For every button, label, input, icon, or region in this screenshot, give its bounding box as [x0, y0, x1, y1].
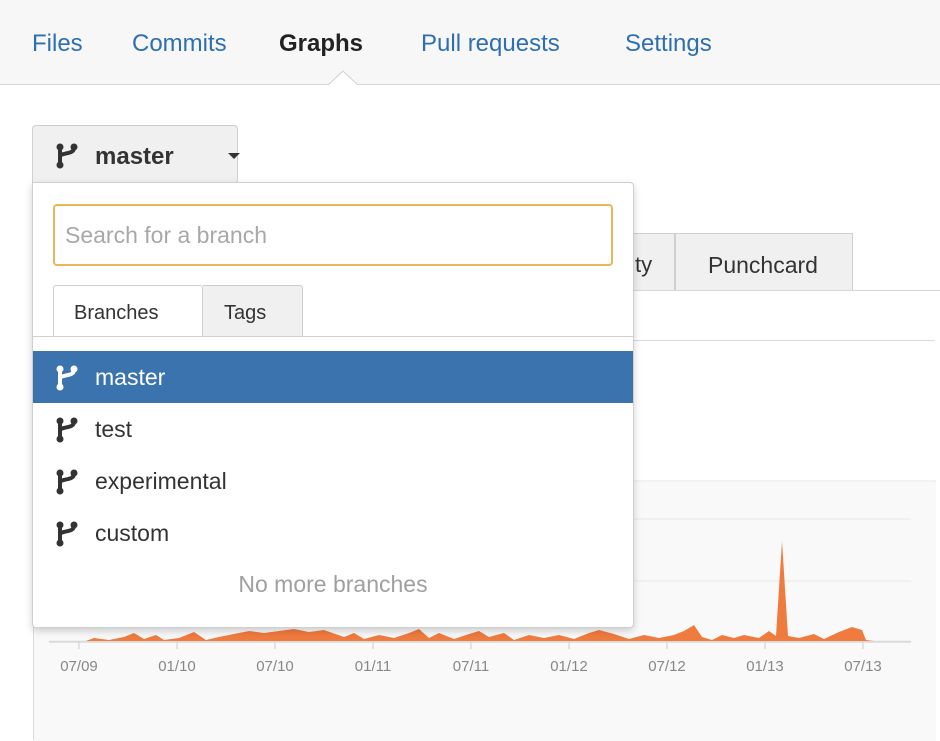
x-tick-label: 07/10 [256, 658, 294, 675]
tab-pull-requests[interactable]: Pull requests [421, 30, 560, 58]
repo-nav: Files Commits Graphs Pull requests Setti… [0, 0, 940, 86]
branch-item-label: experimental [95, 468, 227, 494]
x-tick-label: 07/13 [844, 658, 882, 675]
branch-dropdown-button[interactable]: master [32, 125, 240, 185]
active-tab-notch [328, 70, 358, 86]
tab-tags-label: Tags [224, 302, 267, 324]
tab-settings[interactable]: Settings [625, 30, 712, 58]
tab-commits[interactable]: Commits [132, 30, 227, 58]
branch-icon [56, 469, 78, 495]
graph-tabs-divider [632, 290, 940, 291]
branch-item-test[interactable]: test [33, 403, 633, 455]
x-tick-label: 01/10 [158, 658, 196, 675]
branch-item-experimental[interactable]: experimental [33, 455, 633, 507]
branch-search-input[interactable] [53, 204, 613, 266]
x-tick-label: 07/12 [648, 658, 686, 675]
tab-punchcard[interactable]: Punchcard [675, 233, 853, 291]
dropdown-tabs-divider [33, 336, 633, 337]
branch-icon [56, 417, 78, 443]
branch-item-label: custom [95, 520, 170, 546]
tab-graphs[interactable]: Graphs [279, 30, 363, 58]
tab-files[interactable]: Files [32, 30, 83, 58]
tab-branches[interactable]: Branches [53, 285, 203, 337]
branch-item-custom[interactable]: custom [33, 507, 633, 559]
current-branch-label: master [95, 143, 174, 170]
branch-icon [56, 365, 78, 391]
x-tick-label: 01/11 [355, 658, 391, 675]
tab-branches-label: Branches [74, 302, 159, 324]
x-tick-label: 01/12 [550, 658, 588, 675]
tab-tags[interactable]: Tags [203, 285, 303, 337]
chevron-down-icon [228, 153, 240, 159]
tab-punchcard-label: Punchcard [708, 252, 818, 278]
branch-item-label: master [95, 364, 166, 390]
x-tick-label: 07/11 [453, 658, 489, 675]
tab-activity-label: ty [635, 252, 653, 277]
no-more-branches: No more branches [238, 571, 428, 597]
branch-icon [56, 143, 78, 169]
branch-item-master[interactable]: master [33, 351, 633, 403]
branch-item-label: test [95, 416, 133, 442]
x-tick-label: 07/09 [60, 658, 98, 675]
x-tick-label: 01/13 [746, 658, 784, 675]
branch-icon [56, 521, 78, 547]
branch-dropdown: Branches Tags master test experimental c… [32, 182, 634, 628]
